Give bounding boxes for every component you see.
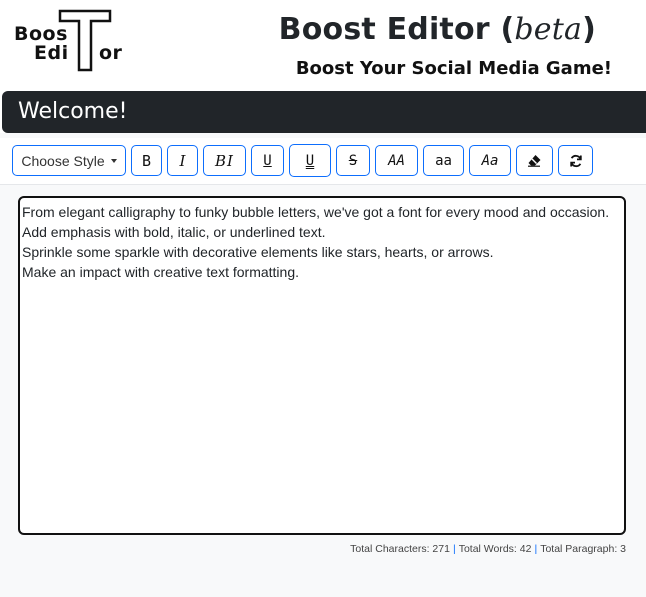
- editor-line: Add emphasis with bold, italic, or under…: [22, 224, 326, 240]
- clear-format-button[interactable]: [516, 145, 553, 176]
- page-subtitle: Boost Your Social Media Game!: [295, 58, 612, 79]
- italic-button[interactable]: I: [167, 145, 198, 176]
- total-words: Total Words: 42: [458, 543, 532, 555]
- uppercase-icon: AA: [388, 152, 405, 169]
- stats-separator: |: [534, 543, 538, 555]
- bold-italic-button[interactable]: BI: [203, 145, 246, 176]
- titlecase-icon: Aa: [481, 152, 499, 169]
- bold-button[interactable]: B: [131, 145, 162, 176]
- reset-button[interactable]: [558, 145, 593, 176]
- editor-line: Sprinkle some sparkle with decorative el…: [22, 244, 494, 260]
- italic-icon: I: [179, 151, 186, 170]
- logo: Boos Edi or: [12, 8, 132, 74]
- eraser-icon: [528, 155, 541, 167]
- stats-separator: |: [452, 543, 456, 555]
- lowercase-icon: aa: [435, 152, 452, 169]
- formatting-toolbar: Choose Style B I BI U U S AA aa Aa: [0, 138, 646, 184]
- title-beta: beta: [514, 12, 583, 47]
- editor-line: From elegant calligraphy to funky bubble…: [22, 204, 610, 220]
- welcome-bar: Welcome!: [2, 91, 646, 133]
- lowercase-button[interactable]: aa: [423, 145, 464, 176]
- page: Boos Edi or Boost Editor (beta) Boost Yo…: [0, 0, 646, 597]
- toolbar-divider: [0, 184, 646, 185]
- text-statistics: Total Characters: 271 | Total Words: 42 | To…: [350, 543, 626, 555]
- title-paren-close: ): [582, 12, 596, 47]
- choose-style-dropdown[interactable]: Choose Style: [12, 145, 126, 176]
- strikethrough-icon: S: [348, 152, 358, 169]
- double-underline-button[interactable]: U: [289, 144, 331, 177]
- title-paren-open: (: [500, 12, 515, 47]
- choose-style-label: Choose Style: [21, 152, 105, 169]
- page-title: Boost Editor (beta): [279, 12, 596, 47]
- bold-italic-icon: BI: [215, 151, 234, 170]
- chevron-down-icon: [110, 159, 117, 163]
- strikethrough-button[interactable]: S: [336, 145, 370, 176]
- total-characters: Total Characters: 271: [350, 543, 450, 555]
- editor-line: Make an impact with creative text format…: [22, 264, 299, 280]
- double-underline-icon: U: [305, 152, 315, 169]
- welcome-text: Welcome!: [18, 99, 128, 124]
- underline-icon: U: [263, 152, 272, 169]
- underline-button[interactable]: U: [251, 145, 284, 176]
- uppercase-button[interactable]: AA: [375, 145, 418, 176]
- bold-icon: B: [141, 151, 152, 170]
- total-paragraphs: Total Paragraph: 3: [540, 543, 626, 555]
- logo-text-line2-left: Edi: [34, 42, 69, 64]
- titlecase-button[interactable]: Aa: [469, 145, 511, 176]
- text-editor[interactable]: From elegant calligraphy to funky bubble…: [18, 196, 626, 535]
- logo-text-line2-right: or: [99, 42, 123, 64]
- header: Boos Edi or Boost Editor (beta) Boost Yo…: [0, 0, 646, 90]
- title-main: Boost Editor: [278, 12, 490, 47]
- refresh-icon: [569, 154, 582, 167]
